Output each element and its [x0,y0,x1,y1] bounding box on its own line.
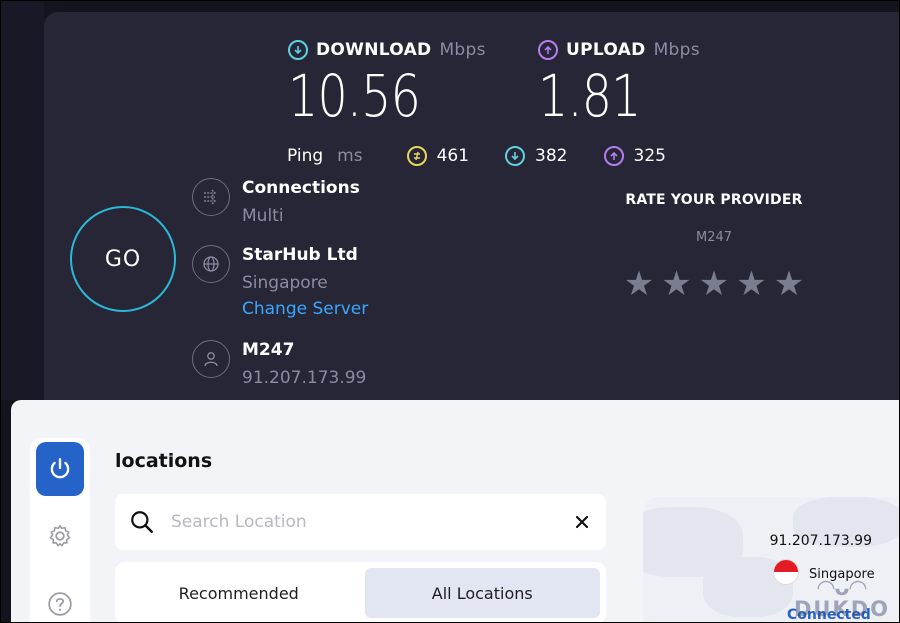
search-input[interactable] [171,512,572,532]
tab-all-locations[interactable]: All Locations [364,568,600,618]
ping-upload-icon [603,146,624,166]
ping-download-value: 382 [535,146,568,166]
rate-title: RATE YOUR PROVIDER [625,192,803,208]
ping-upload: 325 [603,146,666,166]
star-icon[interactable]: ★ [736,267,766,301]
globe-icon [192,245,230,283]
upload-value: 1.81 [538,62,641,130]
ping-download: 382 [505,146,568,166]
search-icon [131,511,153,533]
rate-isp: M247 [695,230,733,245]
location-tabs: Recommended All Locations [115,562,606,623]
clear-search-icon[interactable] [572,512,592,532]
client-info: M247 91.207.173.99 [192,340,366,388]
background-strip [0,0,44,400]
upload-metric: UPLOAD Mbps 1.81 [538,40,700,130]
download-metric: DOWNLOAD Mbps 10.56 [288,40,486,130]
settings-gear-icon[interactable] [46,522,74,550]
ping-row: Ping ms 461 382 325 [287,146,688,166]
ping-idle-value: 461 [436,146,470,166]
power-button[interactable] [36,442,84,496]
ping-upload-value: 325 [633,146,666,166]
rate-provider: RATE YOUR PROVIDER M247 ★ ★ ★ ★ ★ [604,192,824,301]
go-button[interactable]: GO [70,206,176,312]
connections-icon [192,178,230,216]
power-icon [50,458,70,479]
download-value: 10.56 [288,62,421,130]
star-icon[interactable]: ★ [699,267,729,301]
server-info: StarHub Ltd Singapore Change Server [192,245,368,319]
star-icon[interactable]: ★ [624,267,654,301]
vpn-sidebar [30,438,90,623]
ping-download-icon [505,146,526,166]
upload-label: UPLOAD [566,40,646,60]
rating-stars: ★ ★ ★ ★ ★ [604,267,824,301]
connections-title: Connections [242,178,360,198]
connections-info: Connections Multi [192,178,360,226]
download-label: DOWNLOAD [316,40,432,60]
user-icon [192,340,230,378]
locations-title: locations [115,450,213,472]
help-icon[interactable] [46,590,74,618]
ping-idle-icon [406,146,427,166]
upload-unit: Mbps [653,40,700,60]
search-bar [115,494,606,550]
connections-value[interactable]: Multi [242,206,360,226]
star-icon[interactable]: ★ [661,267,691,301]
map-ip-address: 91.207.173.99 [769,533,872,549]
server-location: Singapore [242,273,328,293]
tab-recommended[interactable]: Recommended [121,568,357,618]
speedtest-panel: DOWNLOAD Mbps 10.56 UPLOAD Mbps 1.81 Pin… [44,12,900,412]
star-icon[interactable]: ★ [774,267,804,301]
watermark: ◠ᴗ◠ DUKDO [794,576,890,621]
ping-idle: 461 [406,146,470,166]
watermark-text: DUKDO [793,597,890,621]
server-name: StarHub Ltd [242,245,358,265]
ping-unit: ms [337,146,363,166]
download-arrow-icon [288,40,308,60]
vpn-app: locations Recommended All Locations 91.2… [11,400,900,623]
download-unit: Mbps [439,40,486,60]
client-ip: 91.207.173.99 [242,368,367,388]
upload-arrow-icon [538,40,558,60]
ping-label: Ping [287,146,324,166]
change-server-link[interactable]: Change Server [242,299,368,319]
client-isp: M247 [242,340,295,360]
